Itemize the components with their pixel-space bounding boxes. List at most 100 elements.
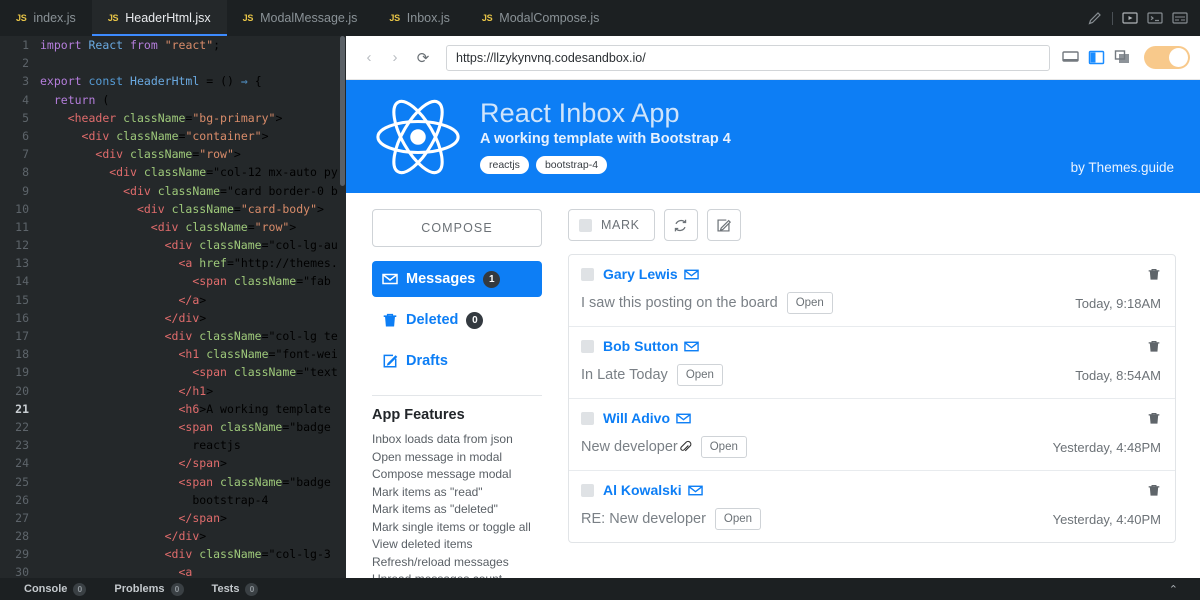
- open-message-button[interactable]: Open: [786, 292, 833, 314]
- line-number: 13: [15, 256, 29, 271]
- status-tab-problems[interactable]: Problems 0: [100, 582, 197, 596]
- compose-icon-button[interactable]: [706, 209, 741, 241]
- status-tab-label: Console: [24, 583, 68, 595]
- code-line: 19 <span className="text: [0, 363, 346, 381]
- open-message-button[interactable]: Open: [700, 436, 747, 458]
- app-tag-list: reactjs bootstrap-4: [480, 156, 731, 175]
- features-heading: App Features: [372, 407, 465, 423]
- code-line-text: <a: [178, 565, 193, 578]
- message-row-body: In Late Today Open Today, 8:54AM: [581, 364, 1161, 386]
- feature-item: Mark items as "read": [372, 484, 483, 499]
- forward-button[interactable]: ›: [384, 46, 406, 70]
- unread-envelope-icon[interactable]: [684, 339, 700, 354]
- status-tab-tests[interactable]: Tests 0: [198, 582, 273, 596]
- code-line: 30 <a: [0, 563, 346, 578]
- code-line: 24 </span>: [0, 454, 346, 472]
- preview-toggle-switch[interactable]: [1144, 46, 1190, 69]
- message-row[interactable]: Bob Sutton In Late Today Open Today, 8:54AM: [569, 327, 1175, 399]
- message-select-checkbox[interactable]: [581, 411, 594, 425]
- line-number: 2: [22, 56, 29, 71]
- code-line-text: </h1>: [178, 383, 214, 398]
- message-select-checkbox[interactable]: [581, 267, 594, 281]
- message-panel: MARK Gary Lewis I saw this posting on th…: [568, 209, 1176, 578]
- sidebar-item-count-badge: 1: [483, 270, 501, 288]
- message-row[interactable]: Will Adivo New developer Open Yesterday, 4:…: [569, 399, 1175, 471]
- sidebar-item-deleted[interactable]: Deleted 0: [372, 302, 542, 338]
- line-number: 30: [15, 565, 29, 578]
- console-icon[interactable]: [1172, 10, 1188, 26]
- delete-message-trash-icon[interactable]: [1147, 482, 1161, 498]
- code-line-text: </div>: [164, 310, 207, 325]
- editor-scrollbar[interactable]: [339, 36, 346, 578]
- message-row[interactable]: Gary Lewis I saw this posting on the boar…: [569, 255, 1175, 327]
- app-header-text: React Inbox App A working template with …: [480, 98, 731, 175]
- code-line: 29 <div className="col-lg-3: [0, 545, 346, 563]
- editor-tab-headerhtml-jsx[interactable]: JS HeaderHtml.jsx: [91, 0, 227, 36]
- sidebar-item-drafts[interactable]: Drafts: [372, 343, 542, 379]
- responsive-view-icon[interactable]: [1062, 49, 1079, 66]
- unread-envelope-icon[interactable]: [687, 483, 703, 498]
- browser-action-buttons: [1062, 46, 1190, 69]
- code-line: 17 <div className="col-lg te: [0, 327, 346, 345]
- feature-item: Compose message modal: [372, 467, 512, 481]
- js-file-icon: JS: [481, 13, 493, 23]
- code-line-text: <header className="bg-primary">: [67, 110, 283, 125]
- editor-scrollbar-thumb[interactable]: [340, 36, 345, 186]
- message-sender[interactable]: Al Kowalski: [603, 482, 682, 498]
- tab-bar-spacer: [615, 0, 1087, 36]
- message-sender[interactable]: Will Adivo: [603, 410, 670, 426]
- back-button[interactable]: ‹: [358, 46, 380, 70]
- message-row-header: Will Adivo: [581, 410, 1161, 426]
- code-line: 9 <div className="card border-0 b: [0, 182, 346, 200]
- collapse-panel-chevron-up-icon[interactable]: ⌃: [1169, 583, 1190, 596]
- code-line-text: <span className="text: [192, 365, 338, 380]
- reload-button[interactable]: ⟳: [410, 46, 436, 70]
- line-number: 21: [15, 401, 29, 416]
- compose-icon: [717, 218, 732, 232]
- message-select-checkbox[interactable]: [581, 483, 594, 497]
- compose-button[interactable]: COMPOSE: [372, 209, 542, 247]
- code-line: 22 <span className="badge: [0, 418, 346, 436]
- delete-message-trash-icon[interactable]: [1147, 266, 1161, 282]
- status-tab-console[interactable]: Console 0: [10, 582, 100, 596]
- codesandbox-window: JS index.js JS HeaderHtml.jsx JS ModalMessage…: [0, 0, 1200, 600]
- url-bar[interactable]: https://llzykynvnq.codesandbox.io/: [446, 44, 1050, 71]
- message-select-checkbox[interactable]: [581, 339, 594, 353]
- line-number: 26: [15, 492, 29, 507]
- refresh-button[interactable]: [663, 209, 698, 241]
- delete-message-trash-icon[interactable]: [1147, 338, 1161, 354]
- editor-tab-modalcompose-js[interactable]: JS ModalCompose.js: [466, 0, 615, 36]
- delete-message-trash-icon[interactable]: [1147, 410, 1161, 426]
- sidebar-nav-list: Messages 1 Deleted 0 Drafts: [372, 261, 542, 379]
- code-line: 2: [0, 54, 346, 72]
- message-sender[interactable]: Gary Lewis: [603, 266, 678, 282]
- editor-tab-modalmessage-js[interactable]: JS ModalMessage.js: [227, 0, 374, 36]
- editor-tab-index-js[interactable]: JS index.js: [0, 0, 92, 36]
- preview-icon[interactable]: [1122, 10, 1138, 26]
- line-number: 29: [15, 547, 29, 562]
- message-row-body: RE: New developer Open Yesterday, 4:40PM: [581, 508, 1161, 530]
- unread-envelope-icon[interactable]: [676, 411, 691, 426]
- message-row[interactable]: Al Kowalski RE: New developer Open Yesterda…: [569, 471, 1175, 542]
- message-sender[interactable]: Bob Sutton: [603, 338, 678, 354]
- pencil-icon[interactable]: [1087, 10, 1103, 26]
- line-number: 4: [22, 92, 29, 107]
- split-view-icon[interactable]: [1088, 49, 1105, 66]
- terminal-icon[interactable]: [1147, 10, 1163, 26]
- open-message-button[interactable]: Open: [714, 508, 762, 530]
- app-sidebar: COMPOSE Messages 1 Deleted 0 Drafts App Feat…: [372, 209, 542, 578]
- code-line: 1 import React from "react";: [0, 36, 346, 54]
- mark-all-checkbox[interactable]: [579, 218, 592, 232]
- code-line-text: <div className="col-lg-3: [164, 547, 338, 562]
- copy-view-icon[interactable]: [1114, 49, 1131, 66]
- editor-tab-inbox-js[interactable]: JS Inbox.js: [373, 0, 466, 36]
- code-content[interactable]: 1 import React from "react"; 2 3 export cons…: [0, 36, 346, 578]
- code-line-text: <div className="col-12 mx-auto py: [109, 165, 338, 180]
- sidebar-item-label: Messages: [406, 271, 476, 287]
- message-row-header: Gary Lewis: [581, 266, 1161, 282]
- code-line: 14 <span className="fab: [0, 272, 346, 290]
- unread-envelope-icon[interactable]: [683, 267, 699, 282]
- sidebar-item-messages[interactable]: Messages 1: [372, 261, 542, 297]
- mark-all-button[interactable]: MARK: [568, 209, 655, 241]
- open-message-button[interactable]: Open: [676, 364, 723, 386]
